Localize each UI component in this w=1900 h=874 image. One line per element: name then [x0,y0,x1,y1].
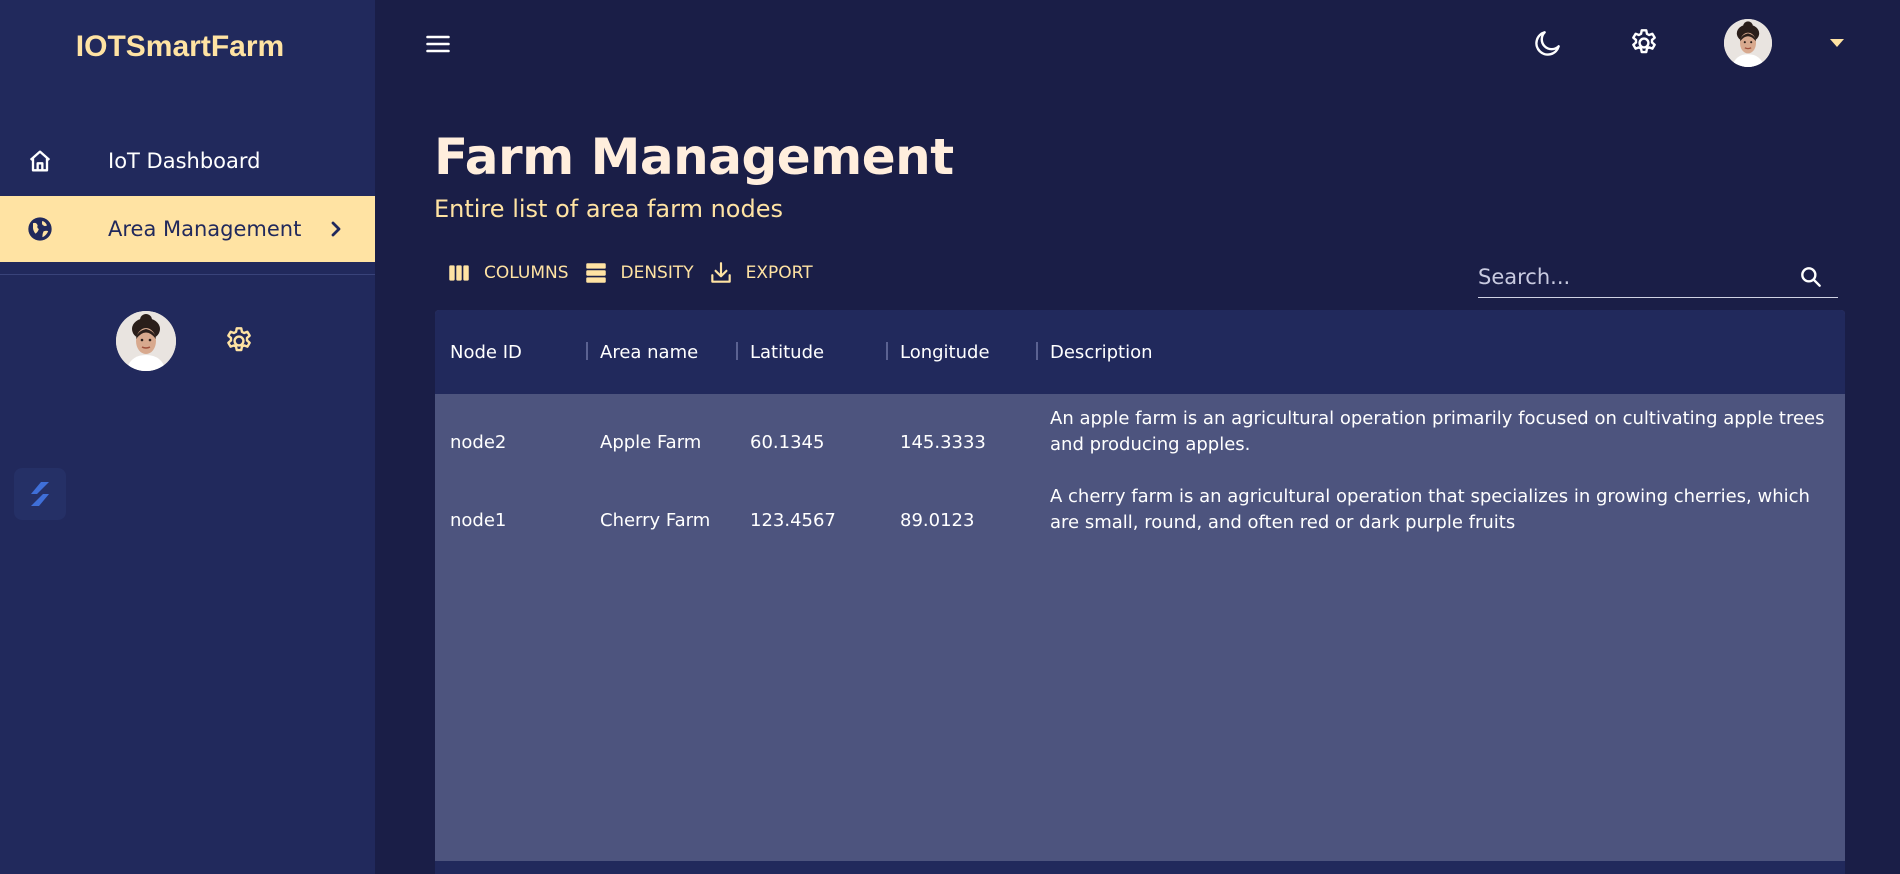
chevron-down-icon[interactable] [1828,37,1846,49]
globe-icon [28,217,52,241]
sidebar-item-label: IoT Dashboard [108,149,261,173]
sidebar-item-area-management[interactable]: Area Management [0,196,375,262]
column-header-longitude[interactable]: Longitude [900,342,990,363]
density-button[interactable]: DENSITY [583,260,694,286]
cell-node-id: node1 [450,510,507,531]
search-icon[interactable] [1798,264,1824,290]
column-header-area-name[interactable]: Area name [600,342,698,363]
table-row[interactable]: node1 Cherry Farm 123.4567 89.0123 A che… [435,484,1845,562]
sidebar: IOTSmartFarm IoT Dashboard Area Manageme… [0,0,375,874]
columns-label: COLUMNS [484,263,569,283]
user-avatar[interactable] [1724,19,1772,67]
grid-footer [435,861,1845,874]
cell-area-name: Apple Farm [600,432,702,453]
home-icon [29,150,51,172]
column-header-description[interactable]: Description [1050,342,1153,363]
columns-button[interactable]: COLUMNS [446,260,569,286]
cell-latitude: 123.4567 [750,510,836,531]
column-separator[interactable] [736,342,738,360]
table-row[interactable]: node2 Apple Farm 60.1345 145.3333 An app… [435,406,1845,484]
avatar-image [116,311,176,371]
grid-toolbar: COLUMNS DENSITY EXPORT [446,258,827,288]
stack-logo-icon [31,482,49,506]
search-input[interactable] [1478,260,1788,294]
cell-latitude: 60.1345 [750,432,825,453]
columns-icon [449,265,469,281]
cell-area-name: Cherry Farm [600,510,711,531]
density-label: DENSITY [620,263,694,283]
cell-longitude: 145.3333 [900,432,986,453]
app-badge[interactable] [14,468,66,520]
avatar[interactable] [116,311,176,371]
gear-icon[interactable] [1628,27,1660,59]
chevron-right-icon [331,221,341,237]
download-icon [710,262,731,283]
avatar-image [1724,19,1772,67]
column-separator[interactable] [586,342,588,360]
cell-longitude: 89.0123 [900,510,975,531]
sidebar-item-label: Area Management [108,217,302,241]
data-grid: Node ID Area name Latitude Longitude Des… [435,310,1845,874]
menu-icon[interactable] [424,30,452,58]
cell-description: An apple farm is an agricultural operati… [1050,408,1825,455]
cell-node-id: node2 [450,432,507,453]
column-header-node-id[interactable]: Node ID [450,342,522,363]
column-header-latitude[interactable]: Latitude [750,342,824,363]
grid-header: Node ID Area name Latitude Longitude Des… [435,310,1845,394]
cell-description: A cherry farm is an agricultural operati… [1050,486,1810,533]
sidebar-item-iot-dashboard[interactable]: IoT Dashboard [0,128,375,194]
app-brand[interactable]: IOTSmartFarm [0,30,360,64]
gear-icon[interactable] [223,325,255,357]
sidebar-divider [0,274,375,275]
page-title: Farm Management [434,128,954,186]
page-subtitle: Entire list of area farm nodes [434,195,783,223]
search-box [1478,258,1838,298]
export-button[interactable]: EXPORT [708,260,813,286]
moon-icon[interactable] [1532,27,1564,59]
column-separator[interactable] [886,342,888,360]
density-icon [585,263,606,283]
column-separator[interactable] [1036,342,1038,360]
export-label: EXPORT [745,263,813,283]
